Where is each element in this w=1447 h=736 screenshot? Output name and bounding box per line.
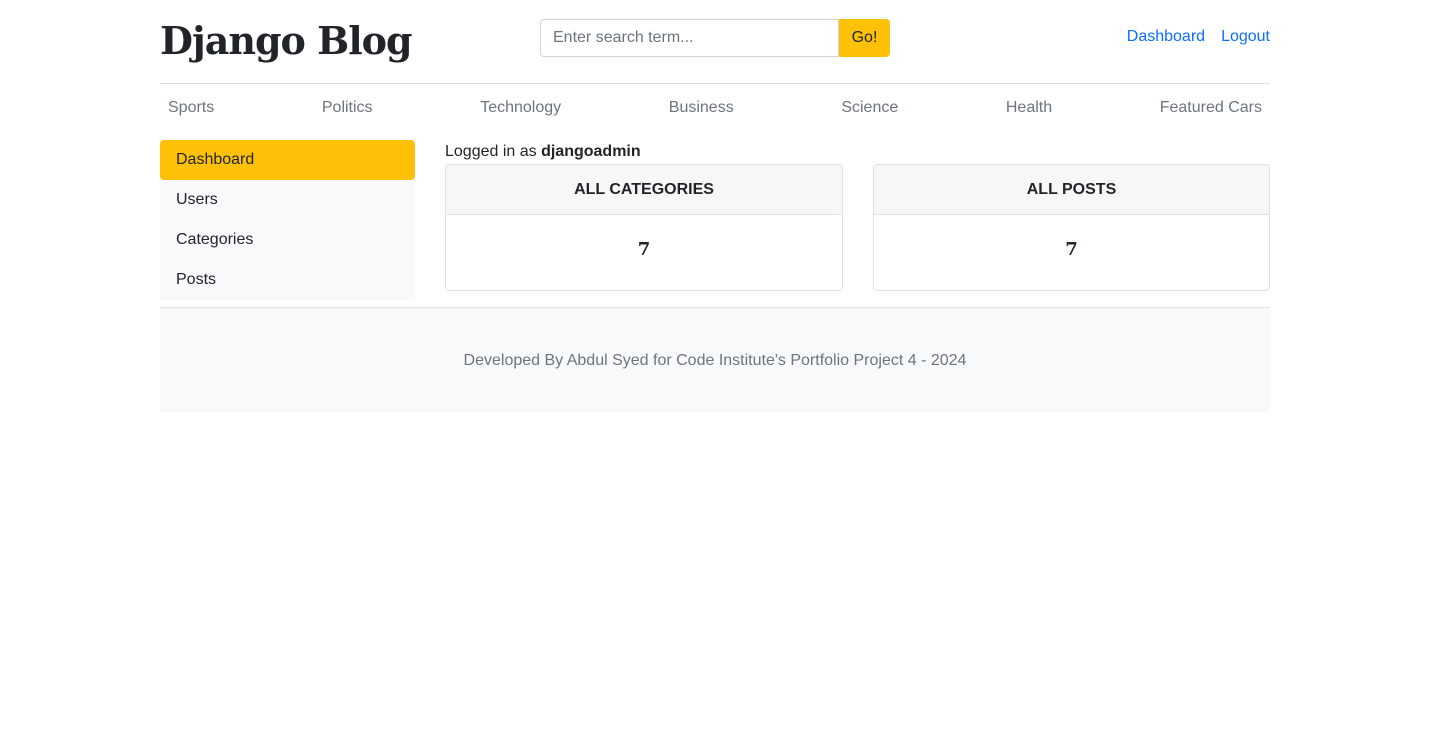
header-links: Dashboard Logout: [1127, 28, 1270, 46]
dashboard-link[interactable]: Dashboard: [1127, 28, 1205, 46]
category-nav: Sports Politics Technology Business Scie…: [160, 84, 1270, 134]
sidebar-item-categories[interactable]: Categories: [160, 220, 415, 260]
all-categories-card: ALL CATEGORIES 7: [445, 164, 843, 291]
footer-text: Developed By Abdul Syed for Code Institu…: [463, 352, 967, 369]
category-link-health[interactable]: Health: [1006, 84, 1052, 117]
username: djangoadmin: [541, 143, 641, 160]
search-form: Go!: [540, 19, 890, 57]
site-header: Django Blog Go! Dashboard Logout: [160, 0, 1270, 84]
card-title: ALL POSTS: [874, 165, 1269, 215]
sidebar-item-posts[interactable]: Posts: [160, 260, 415, 300]
search-input[interactable]: [540, 19, 839, 57]
category-link-business[interactable]: Business: [669, 84, 734, 117]
category-link-technology[interactable]: Technology: [480, 84, 561, 117]
logged-in-prefix: Logged in as: [445, 143, 542, 160]
sidebar-item-dashboard[interactable]: Dashboard: [160, 140, 415, 180]
site-footer: Developed By Abdul Syed for Code Institu…: [160, 307, 1270, 412]
category-link-sports[interactable]: Sports: [168, 84, 214, 117]
category-link-featured-cars[interactable]: Featured Cars: [1160, 84, 1262, 117]
logged-in-status: Logged in as djangoadmin: [445, 143, 641, 161]
logout-link[interactable]: Logout: [1221, 28, 1270, 46]
category-link-science[interactable]: Science: [841, 84, 898, 117]
search-button[interactable]: Go!: [839, 19, 890, 57]
sidebar-item-users[interactable]: Users: [160, 180, 415, 220]
card-title: ALL CATEGORIES: [446, 165, 842, 215]
category-link-politics[interactable]: Politics: [322, 84, 373, 117]
card-value: 7: [1065, 239, 1078, 260]
site-brand[interactable]: Django Blog: [160, 18, 413, 63]
card-value: 7: [637, 239, 651, 260]
all-posts-card: ALL POSTS 7: [873, 164, 1270, 291]
dashboard-sidebar: Dashboard Users Categories Posts: [160, 140, 415, 300]
